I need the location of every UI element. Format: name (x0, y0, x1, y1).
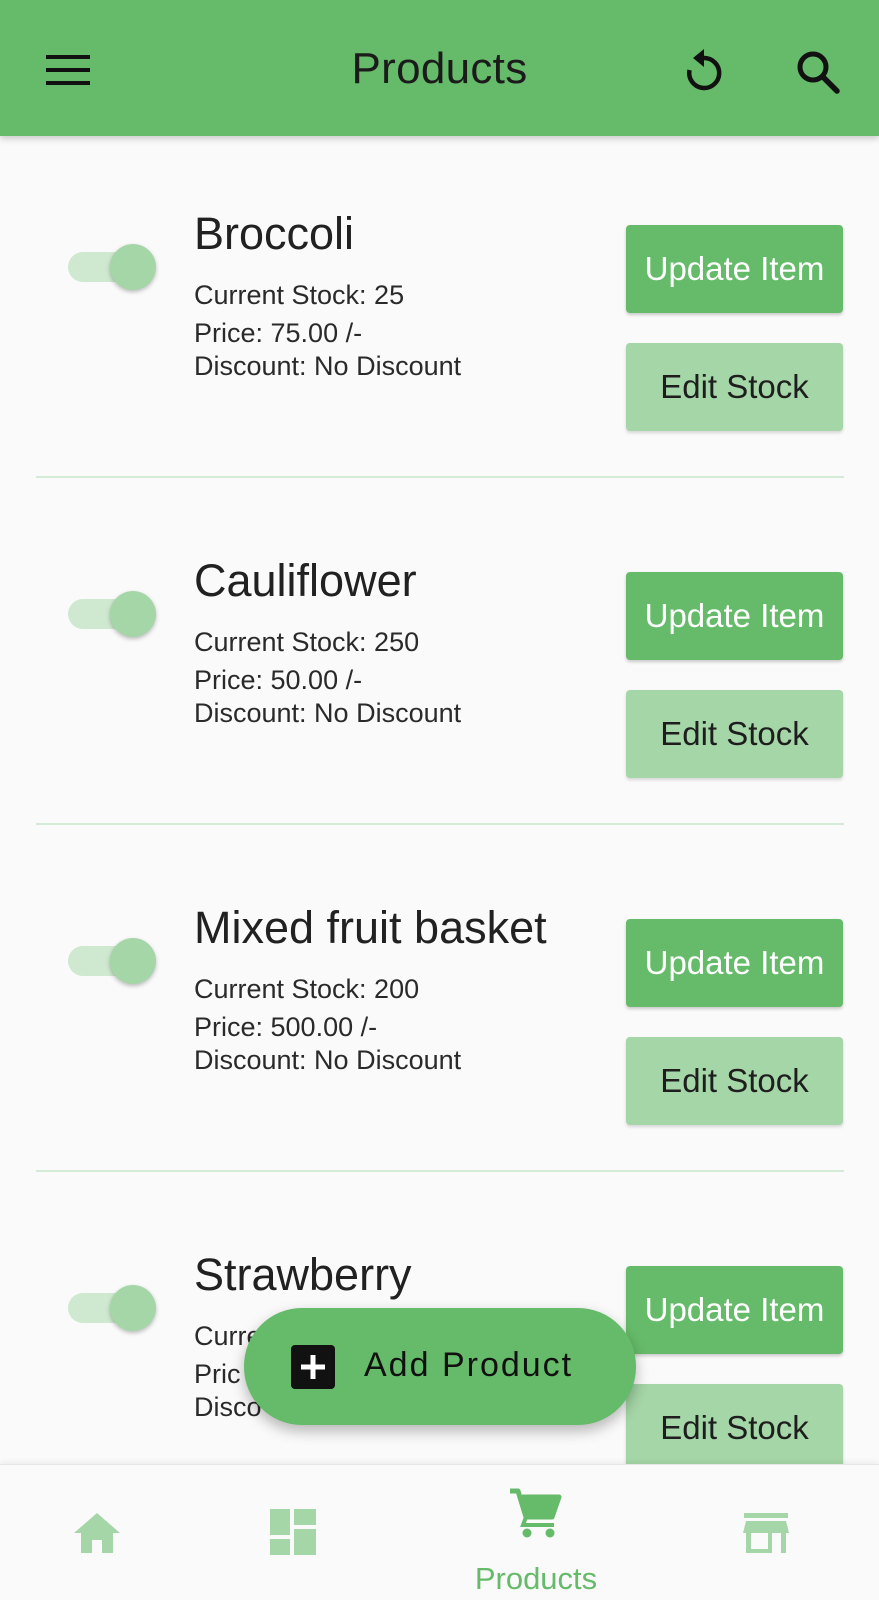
refresh-button[interactable] (676, 44, 732, 100)
update-item-button[interactable]: Update Item (626, 572, 843, 660)
product-name: Cauliflower (194, 555, 417, 606)
home-icon (74, 1513, 120, 1553)
app-bar: Products (0, 0, 879, 136)
refresh-icon (686, 49, 722, 91)
nav-item-store[interactable] (674, 1465, 854, 1600)
product-name: Broccoli (194, 208, 355, 259)
bottom-navigation: Products (0, 1464, 879, 1600)
product-discount: Discount: No Discount (194, 698, 462, 728)
product-stock: Current Stock: 250 (194, 627, 420, 657)
nav-item-home[interactable] (8, 1465, 188, 1600)
product-stock: Current Stock: 25 (194, 280, 405, 310)
update-item-button[interactable]: Update Item (626, 919, 843, 1007)
update-item-button[interactable]: Update Item (626, 225, 843, 313)
divider (36, 476, 844, 478)
update-item-button[interactable]: Update Item (626, 1266, 843, 1354)
product-list[interactable]: Broccoli Current Stock: 25 Price: 75.00 … (0, 136, 879, 1464)
product-name: Mixed fruit basket (194, 902, 547, 953)
page-title: Products (351, 44, 528, 93)
product-price: Pric (194, 1359, 241, 1389)
shopping-cart-icon (510, 1488, 562, 1538)
product-price: Price: 50.00 /- (194, 665, 363, 695)
edit-stock-button[interactable]: Edit Stock (626, 690, 843, 778)
edit-stock-button[interactable]: Edit Stock (626, 1384, 843, 1464)
edit-stock-button[interactable]: Edit Stock (626, 1037, 843, 1125)
divider (36, 823, 844, 825)
add-box-icon (291, 1345, 335, 1389)
nav-label-products: Products (474, 1561, 598, 1596)
product-row: Broccoli Current Stock: 25 Price: 75.00 … (0, 136, 879, 483)
toggle-thumb (110, 244, 156, 290)
dashboard-icon (270, 1509, 316, 1555)
nav-item-dashboard[interactable] (202, 1465, 382, 1600)
product-row: Cauliflower Current Stock: 250 Price: 50… (0, 483, 879, 830)
toggle-thumb (110, 938, 156, 984)
store-icon (743, 1513, 789, 1553)
search-button[interactable] (790, 44, 846, 100)
product-enabled-toggle[interactable] (66, 239, 158, 295)
product-enabled-toggle[interactable] (66, 933, 158, 989)
toggle-thumb (110, 591, 156, 637)
nav-item-products[interactable]: Products (446, 1465, 626, 1600)
product-enabled-toggle[interactable] (66, 1280, 158, 1336)
add-product-button[interactable]: Add Product (244, 1308, 636, 1425)
product-row: Mixed fruit basket Current Stock: 200 Pr… (0, 830, 879, 1177)
product-enabled-toggle[interactable] (66, 586, 158, 642)
product-stock: Current Stock: 200 (194, 974, 420, 1004)
toggle-thumb (110, 1285, 156, 1331)
edit-stock-button[interactable]: Edit Stock (626, 343, 843, 431)
divider (36, 1170, 844, 1172)
product-price: Price: 500.00 /- (194, 1012, 378, 1042)
product-discount: Discount: No Discount (194, 1045, 462, 1075)
add-product-label: Add Product (364, 1346, 574, 1384)
search-icon (797, 51, 840, 94)
product-price: Price: 75.00 /- (194, 318, 363, 348)
product-discount: Discount: No Discount (194, 351, 462, 381)
product-name: Strawberry (194, 1249, 412, 1300)
